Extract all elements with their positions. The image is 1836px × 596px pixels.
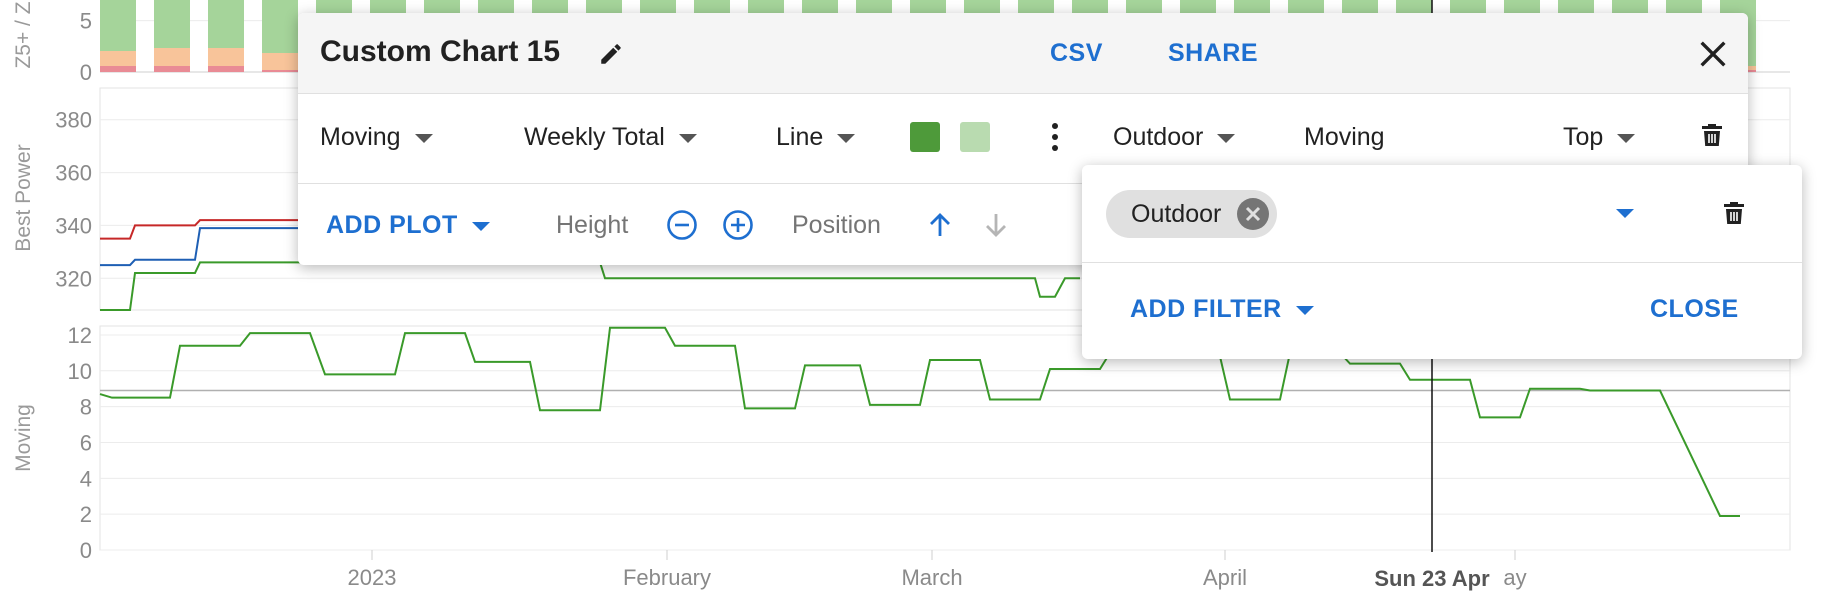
- bar-orange: [154, 48, 190, 66]
- chevron-down-icon: [1295, 305, 1314, 315]
- y-tick-label: 380: [55, 108, 92, 133]
- y-tick-label: 0: [80, 60, 92, 85]
- field-select[interactable]: Moving: [320, 123, 433, 152]
- bar-orange: [100, 51, 136, 66]
- dialog-header: Custom Chart 15 CSV SHARE: [298, 13, 1748, 94]
- y-tick-label: 320: [55, 266, 92, 291]
- decrease-height-icon[interactable]: [666, 209, 698, 241]
- series-line: [100, 261, 1080, 311]
- y-tick-label: 12: [68, 323, 92, 348]
- filter-field-select[interactable]: Outdoor: [1113, 123, 1236, 152]
- y-tick-label: 5: [80, 9, 92, 34]
- y-tick-label: 0: [80, 538, 92, 563]
- filter-chip[interactable]: Outdoor: [1106, 190, 1278, 238]
- filter-popup: Outdoor ADD FILTER CLOSE: [1082, 165, 1802, 359]
- chart-type-select[interactable]: Line: [776, 123, 856, 152]
- chevron-down-icon: [471, 221, 490, 231]
- secondary-color-swatch[interactable]: [960, 122, 990, 152]
- bar-red: [262, 70, 298, 72]
- y-tick-label: 4: [80, 466, 92, 491]
- csv-button[interactable]: CSV: [1050, 39, 1103, 68]
- x-tick-label: April: [1203, 565, 1247, 590]
- move-up-arrow-icon[interactable]: [924, 209, 956, 241]
- y-axis-title: Best Power: [12, 144, 35, 251]
- delete-filter-icon[interactable]: [1723, 200, 1745, 226]
- bar-red: [100, 66, 136, 72]
- chevron-down-icon: [1617, 133, 1636, 143]
- chevron-down-icon: [678, 133, 697, 143]
- share-button[interactable]: SHARE: [1168, 39, 1258, 68]
- y-axis-title: Moving: [12, 404, 35, 472]
- y-tick-label: 2: [80, 502, 92, 527]
- x-tick-label: 2023: [348, 565, 397, 590]
- remove-chip-icon[interactable]: [1237, 198, 1270, 230]
- dialog-title: Custom Chart 15: [320, 35, 561, 68]
- y-tick-label: 340: [55, 213, 92, 238]
- position-select[interactable]: Top: [1563, 123, 1636, 152]
- x-tick-label: March: [901, 565, 962, 590]
- edit-pencil-icon[interactable]: [598, 41, 624, 67]
- close-icon[interactable]: [1696, 37, 1730, 71]
- y-tick-label: 8: [80, 395, 92, 420]
- bar-red: [154, 66, 190, 72]
- filter-chip-label: Outdoor: [1131, 200, 1222, 228]
- bar-orange: [208, 48, 244, 66]
- chevron-down-icon: [1217, 133, 1236, 143]
- x-tick-label: ay: [1503, 565, 1526, 590]
- close-button[interactable]: CLOSE: [1650, 295, 1739, 324]
- position-label: Position: [792, 211, 881, 239]
- add-filter-button[interactable]: ADD FILTER: [1130, 295, 1314, 324]
- filter-value-label: Moving: [1304, 123, 1385, 151]
- primary-color-swatch[interactable]: [910, 122, 940, 152]
- y-tick-label: 360: [55, 161, 92, 186]
- popup-divider: [1082, 262, 1802, 263]
- increase-height-icon[interactable]: [722, 209, 754, 241]
- y-axis-title: Z5+ / Z: [12, 1, 35, 68]
- bar-red: [208, 66, 244, 72]
- bar-orange: [262, 53, 298, 70]
- y-tick-label: 10: [68, 359, 92, 384]
- x-tick-label: February: [623, 565, 711, 590]
- aggregation-select[interactable]: Weekly Total: [524, 123, 697, 152]
- delete-plot-icon[interactable]: [1701, 122, 1723, 148]
- chevron-down-icon: [414, 133, 433, 143]
- chevron-down-icon: [837, 133, 856, 143]
- more-options-icon[interactable]: [1050, 121, 1060, 153]
- hover-date-label: Sun 23 Apr: [1374, 566, 1490, 591]
- height-label: Height: [556, 211, 629, 239]
- move-down-arrow-icon[interactable]: [980, 209, 1012, 241]
- filter-dropdown-chevron-icon[interactable]: [1616, 209, 1634, 218]
- add-plot-button[interactable]: ADD PLOT: [326, 211, 490, 240]
- y-tick-label: 6: [80, 430, 92, 455]
